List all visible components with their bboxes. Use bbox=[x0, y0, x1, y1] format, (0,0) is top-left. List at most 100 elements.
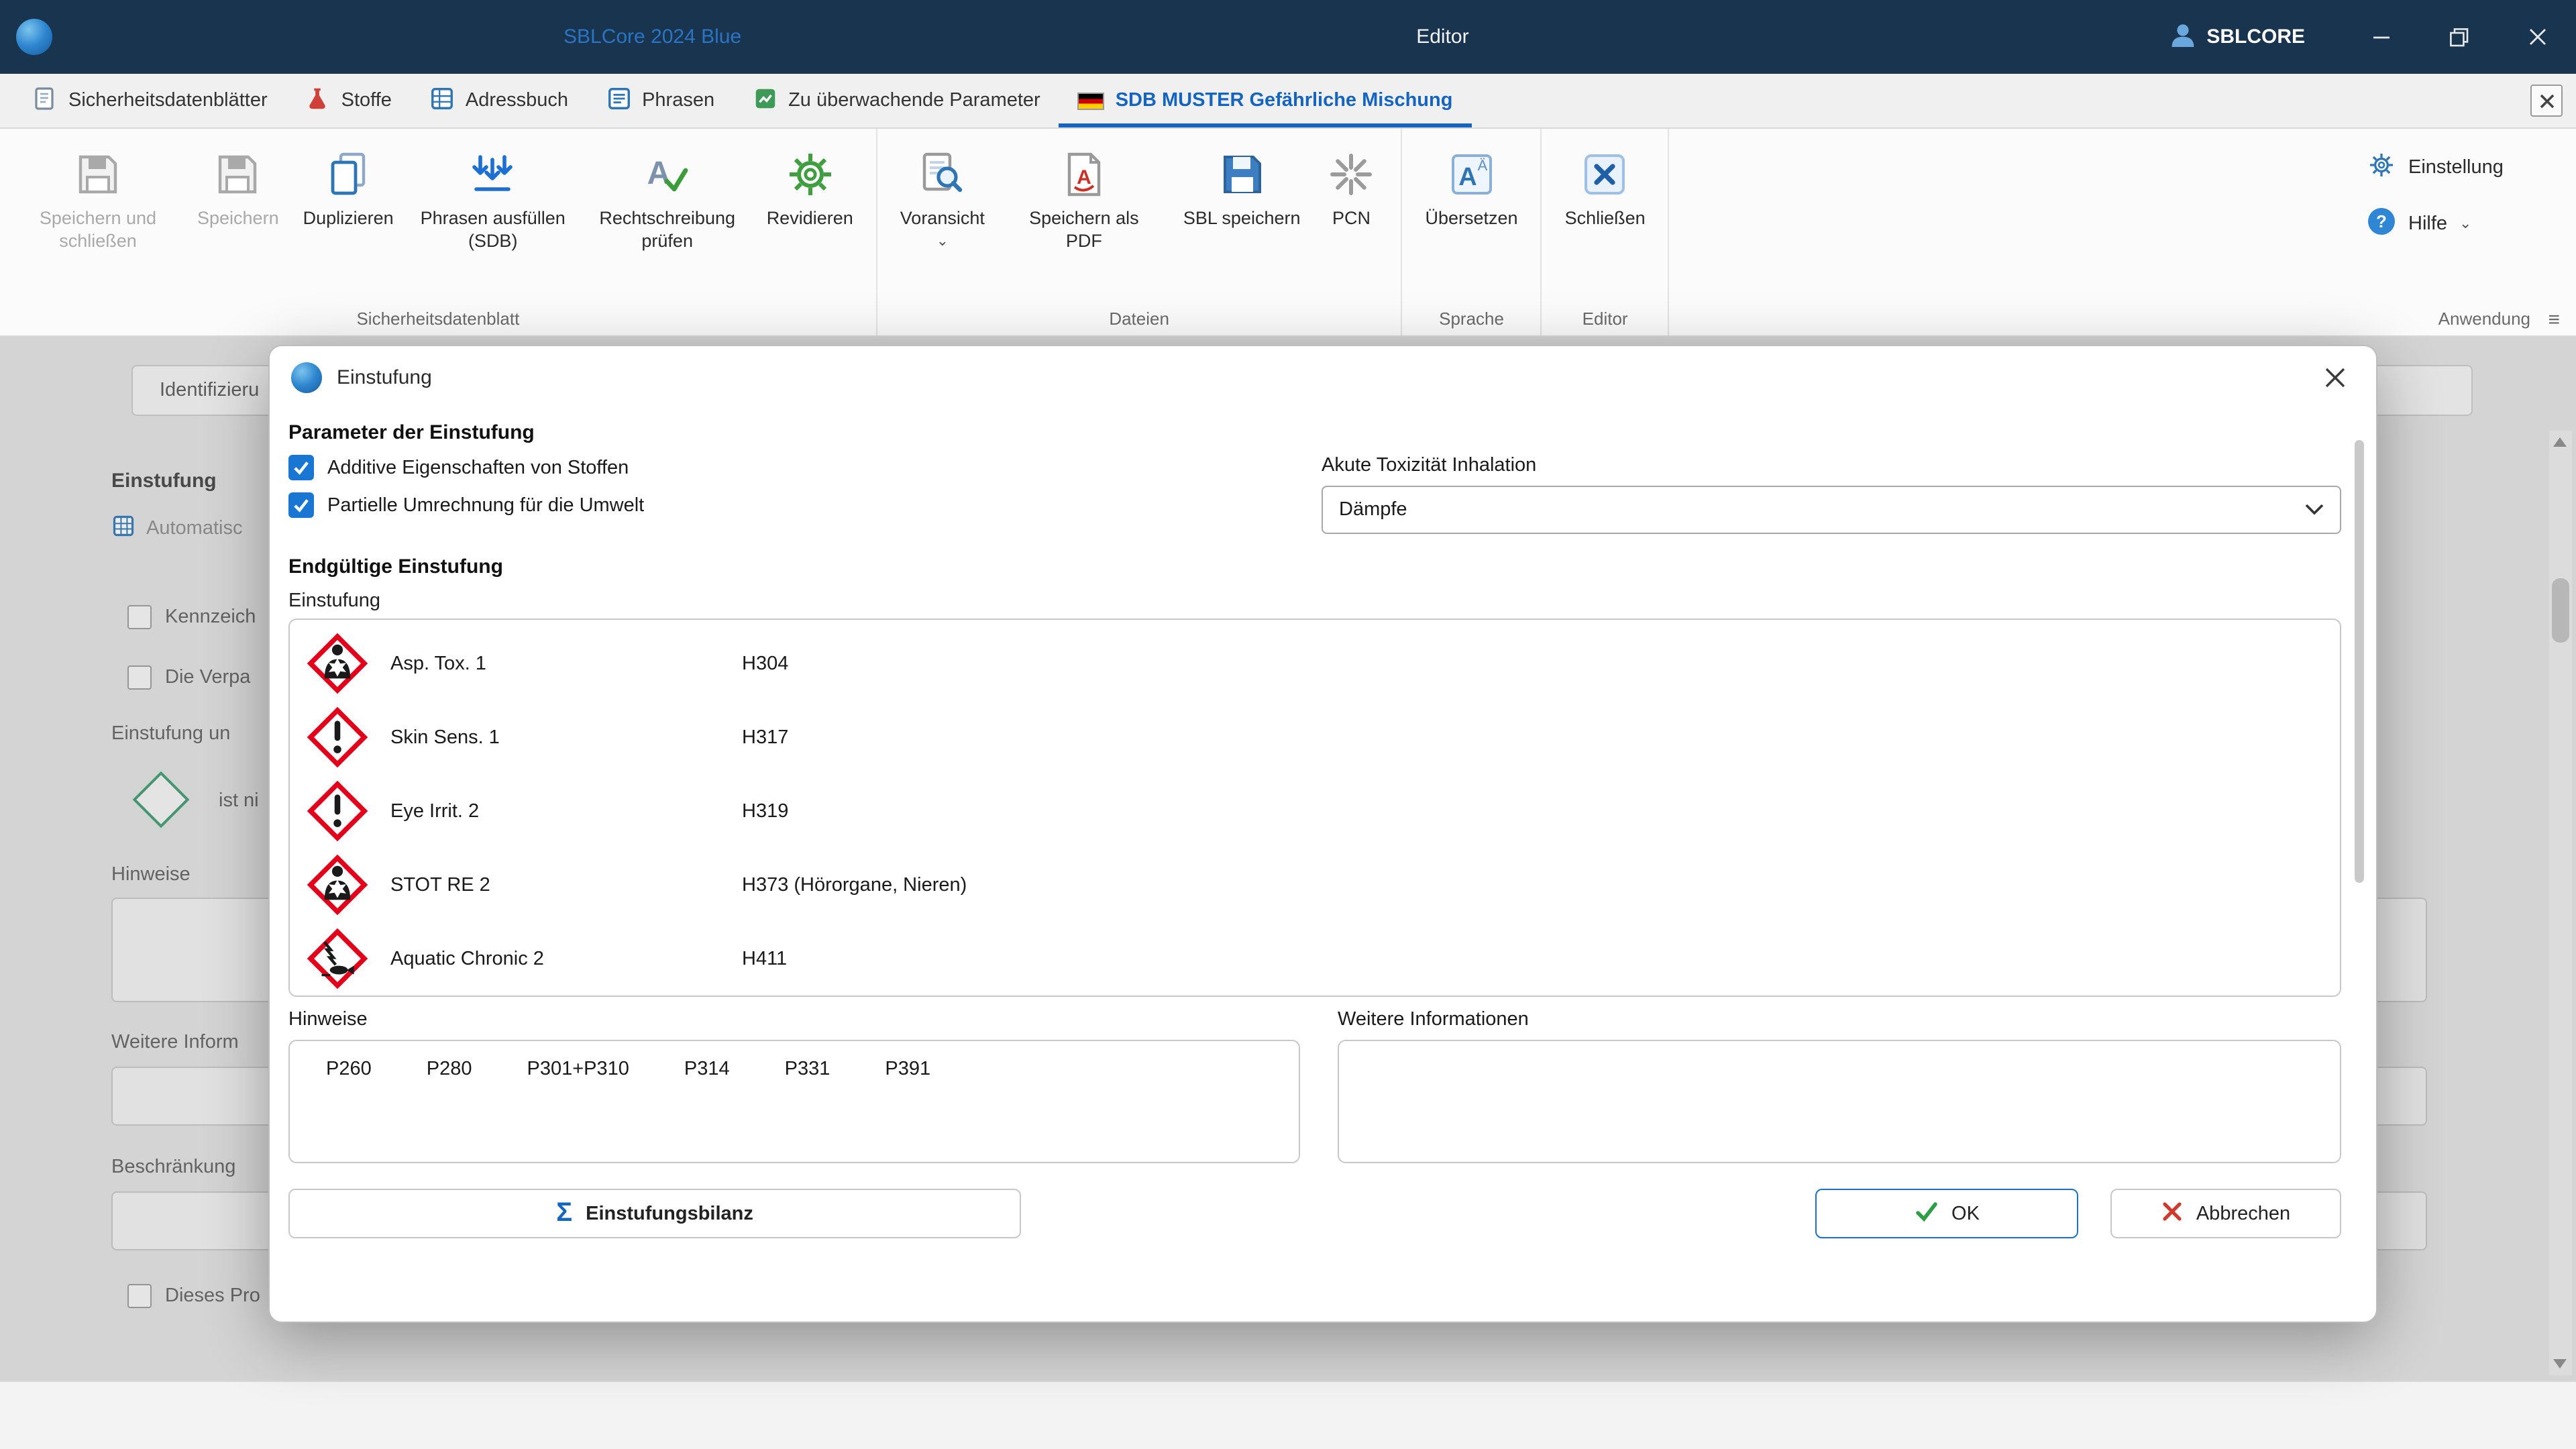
classification-list[interactable]: Asp. Tox. 1 H304 Skin Sens. 1 H317 Eye I… bbox=[288, 619, 2341, 997]
duplicate-icon bbox=[321, 148, 375, 201]
classification-code: H317 bbox=[742, 727, 788, 748]
checkbox-checked bbox=[288, 492, 314, 518]
tab-close-button[interactable] bbox=[2530, 85, 2563, 117]
inhalation-select[interactable]: Dämpfe bbox=[1322, 486, 2341, 534]
app-logo-icon bbox=[16, 19, 52, 55]
user-account[interactable]: SBLCORE bbox=[2169, 21, 2305, 53]
hinweise-label: Hinweise bbox=[288, 1009, 1300, 1030]
ribbon-group-anwendung: Einstellung ? Hilfe ⌄ Anwendung ≡ bbox=[2345, 129, 2576, 335]
einstufungsbilanz-button[interactable]: Σ Einstufungsbilanz bbox=[288, 1189, 1021, 1238]
classification-name: Asp. Tox. 1 bbox=[390, 653, 742, 674]
address-book-icon bbox=[429, 85, 455, 116]
classification-name: Eye Irrit. 2 bbox=[390, 800, 742, 822]
p-phrase[interactable]: P280 bbox=[427, 1059, 472, 1080]
spellcheck-button[interactable]: A Rechtschreibung prüfen bbox=[580, 142, 755, 259]
close-x-icon bbox=[1578, 148, 1632, 201]
red-x-icon bbox=[2161, 1200, 2183, 1227]
tab-parameter[interactable]: Zu überwachende Parameter bbox=[733, 74, 1059, 127]
revise-gear-icon bbox=[783, 148, 837, 201]
p-phrase[interactable]: P331 bbox=[785, 1059, 830, 1080]
ghs07-exclamation-icon bbox=[306, 706, 369, 769]
help-icon: ? bbox=[2367, 207, 2396, 241]
classification-code: H373 (Hörorgane, Nieren) bbox=[742, 874, 967, 896]
partial-conversion-checkbox[interactable]: Partielle Umrechnung für die Umwelt bbox=[288, 492, 1322, 518]
ghs07-exclamation-icon bbox=[306, 780, 369, 843]
save-as-pdf-button[interactable]: A Speichern als PDF bbox=[997, 142, 1171, 259]
ribbon: Speichern und schließen Speichern Dupliz… bbox=[0, 129, 2576, 337]
application-window: SBLCore 2024 Blue Editor SBLCORE bbox=[0, 0, 2576, 1449]
ribbon-group-dateien: Voransicht ⌄ A Speichern als PDF SBL spe… bbox=[877, 129, 1403, 335]
save-and-close-button[interactable]: Speichern und schließen bbox=[11, 142, 185, 259]
minimize-button[interactable] bbox=[2343, 0, 2420, 74]
group-label: Sicherheitsdatenblatt bbox=[0, 309, 876, 329]
p-phrase[interactable]: P260 bbox=[326, 1059, 372, 1080]
user-icon bbox=[2169, 21, 2196, 53]
classification-row[interactable]: Skin Sens. 1 H317 bbox=[290, 700, 2340, 774]
svg-text:A: A bbox=[1077, 166, 1091, 189]
preview-button[interactable]: Voransicht ⌄ bbox=[888, 142, 997, 251]
classification-row[interactable]: Aquatic Chronic 2 H411 bbox=[290, 922, 2340, 996]
svg-text:?: ? bbox=[2376, 211, 2387, 231]
help-button[interactable]: ? Hilfe ⌄ bbox=[2367, 207, 2471, 241]
pcn-button[interactable]: PCN bbox=[1313, 142, 1391, 236]
settings-button[interactable]: Einstellung bbox=[2367, 150, 2504, 185]
hinweise-column: Hinweise P260 P280 P301+P310 P314 P331 P… bbox=[288, 1009, 1300, 1163]
p-phrase[interactable]: P314 bbox=[684, 1059, 730, 1080]
ghs08-health-hazard-icon bbox=[306, 853, 369, 916]
tab-stoffe[interactable]: Stoffe bbox=[286, 74, 411, 127]
pcn-asterisk-icon bbox=[1325, 148, 1379, 201]
svg-text:Ä: Ä bbox=[1477, 157, 1487, 174]
classification-row[interactable]: Asp. Tox. 1 H304 bbox=[290, 627, 2340, 700]
tab-adressbuch[interactable]: Adressbuch bbox=[411, 74, 587, 127]
inhalation-label: Akute Toxizität Inhalation bbox=[1322, 455, 2341, 476]
restore-button[interactable] bbox=[2420, 0, 2498, 74]
document-list-icon bbox=[32, 85, 58, 116]
classification-code: H319 bbox=[742, 800, 788, 822]
p-phrases-box[interactable]: P260 P280 P301+P310 P314 P331 P391 bbox=[288, 1040, 1300, 1163]
menu-icon[interactable]: ≡ bbox=[2548, 309, 2560, 331]
ghs08-health-hazard-icon bbox=[306, 632, 369, 695]
parameter-checkboxes: Additive Eigenschaften von Stoffen Parti… bbox=[288, 455, 1322, 534]
svg-text:A: A bbox=[1458, 163, 1477, 191]
spellcheck-icon: A bbox=[641, 148, 694, 201]
dialog-close-button[interactable] bbox=[2314, 357, 2355, 397]
duplicate-button[interactable]: Duplizieren bbox=[291, 142, 406, 236]
revise-button[interactable]: Revidieren bbox=[755, 142, 865, 236]
p-phrase[interactable]: P391 bbox=[885, 1059, 930, 1080]
cancel-button[interactable]: Abbrechen bbox=[2110, 1189, 2341, 1238]
group-label: Dateien bbox=[877, 309, 1401, 329]
translate-button[interactable]: AÄ Übersetzen bbox=[1413, 142, 1530, 236]
app-name: SBLCore 2024 Blue bbox=[564, 25, 741, 48]
chevron-down-icon: ⌄ bbox=[936, 237, 949, 246]
fill-phrases-button[interactable]: Phrasen ausfüllen (SDB) bbox=[406, 142, 580, 259]
fill-phrases-icon bbox=[466, 148, 520, 201]
close-window-button[interactable] bbox=[2498, 0, 2576, 74]
tab-sicherheitsdatenblaetter[interactable]: Sicherheitsdatenblätter bbox=[13, 74, 286, 127]
classification-name: Aquatic Chronic 2 bbox=[390, 948, 742, 969]
p-phrase[interactable]: P301+P310 bbox=[527, 1059, 629, 1080]
dialog-scrollbar-thumb[interactable] bbox=[2355, 440, 2364, 883]
tab-phrasen[interactable]: Phrasen bbox=[587, 74, 733, 127]
dialog-titlebar: Einstufung bbox=[270, 346, 2376, 408]
classification-row[interactable]: Eye Irrit. 2 H319 bbox=[290, 774, 2340, 848]
tab-label: SDB MUSTER Gefährliche Mischung bbox=[1116, 90, 1453, 111]
close-editor-button[interactable]: Schließen bbox=[1553, 142, 1658, 236]
save-button[interactable]: Speichern bbox=[185, 142, 291, 236]
tab-sdb-muster[interactable]: SDB MUSTER Gefährliche Mischung bbox=[1059, 74, 1472, 127]
dialog-logo-icon bbox=[291, 362, 322, 392]
inhalation-value: Dämpfe bbox=[1339, 499, 1407, 521]
classification-row[interactable]: STOT RE 2 H373 (Hörorgane, Nieren) bbox=[290, 848, 2340, 922]
weitere-informationen-input[interactable] bbox=[1338, 1040, 2341, 1163]
save-sbl-button[interactable]: SBL speichern bbox=[1171, 142, 1313, 236]
ok-button[interactable]: OK bbox=[1815, 1189, 2078, 1238]
pdf-icon: A bbox=[1057, 148, 1111, 201]
tab-label: Zu überwachende Parameter bbox=[788, 90, 1040, 111]
dialog-title: Einstufung bbox=[337, 366, 432, 388]
additive-checkbox[interactable]: Additive Eigenschaften von Stoffen bbox=[288, 455, 1322, 480]
tab-label: Adressbuch bbox=[466, 90, 568, 111]
weitere-column: Weitere Informationen bbox=[1338, 1009, 2341, 1163]
ribbon-group-sprache: AÄ Übersetzen Sprache bbox=[1403, 129, 1542, 335]
final-heading: Endgültige Einstufung bbox=[288, 555, 2341, 578]
tab-label: Sicherheitsdatenblätter bbox=[68, 90, 268, 111]
group-label: Anwendung bbox=[2345, 309, 2576, 329]
